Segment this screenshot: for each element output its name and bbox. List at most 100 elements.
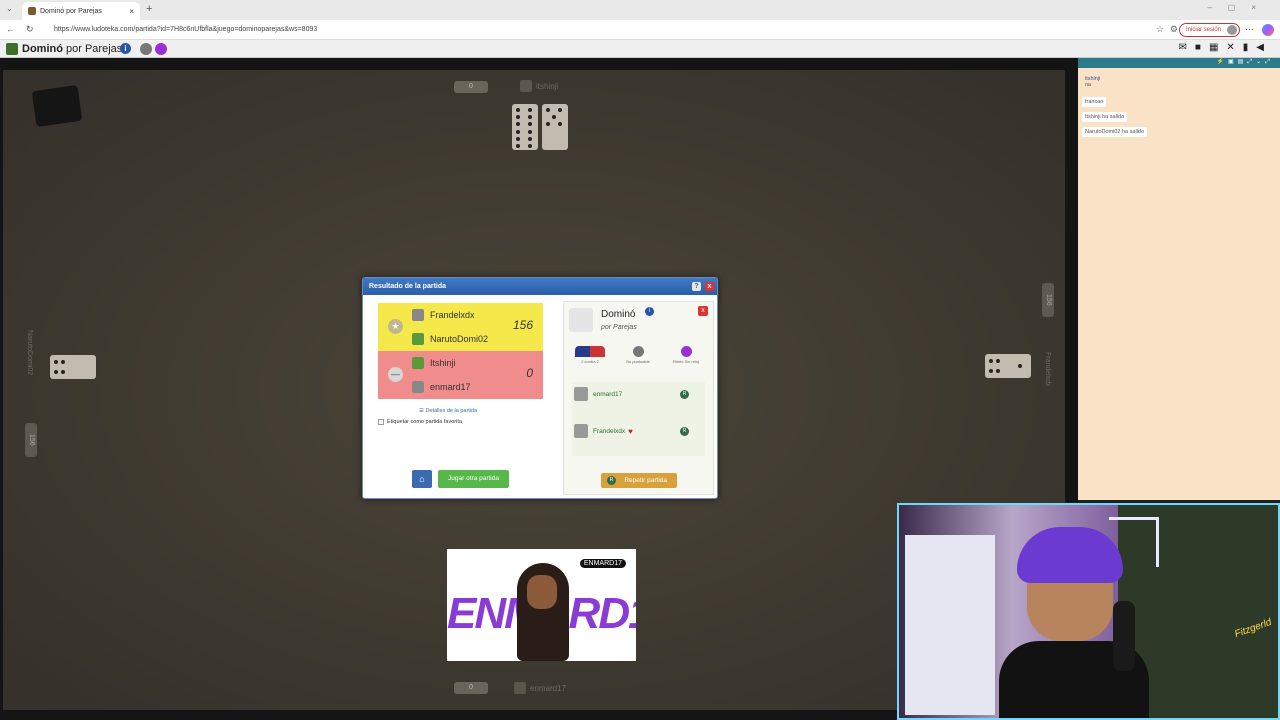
chat-message: itshinji na (1082, 74, 1103, 90)
top-player-avatar (520, 80, 532, 92)
option-mode: 2 contra 2 (570, 346, 610, 364)
new-tab-icon[interactable]: + (146, 3, 152, 15)
back-icon[interactable]: ← (6, 24, 15, 34)
player-avatar-icon (412, 309, 424, 321)
title-game: Dominó (22, 43, 63, 55)
signin-label: Iniciar sesión (1185, 27, 1221, 33)
team-player: Frandelxdx (412, 308, 475, 322)
tab-list-icon[interactable]: ⌄ (6, 4, 13, 13)
tab-title: Dominó por Parejas (40, 7, 102, 15)
bottom-player-avatar (514, 682, 526, 694)
player-avatar-icon (412, 357, 424, 369)
help-icon[interactable]: ? (692, 282, 701, 291)
url-field[interactable]: https://www.ludoteka.com/partida?id=7H8c… (46, 23, 1146, 37)
app-header: Dominó por Parejas i ✉■▦✕▮◀ (0, 40, 1280, 58)
team-score: 0 (526, 366, 533, 380)
details-link-label: Detalles de la partida (425, 408, 478, 414)
top-player-name: itshinji (536, 82, 559, 91)
player-name: NarutoDomi02 (430, 334, 489, 344)
player-avatar-icon (574, 424, 588, 438)
right-player-score: 156 (1042, 283, 1054, 317)
players-icon (575, 346, 605, 357)
tab-close-icon[interactable]: × (129, 7, 134, 16)
dialog-title: Resultado de la partida (369, 283, 447, 290)
home-button[interactable]: ⌂ (412, 470, 432, 488)
checkbox-icon[interactable] (378, 419, 384, 425)
chat-message: francao (1082, 97, 1107, 107)
chat-panel: ⚡▣▤⤢⌄⤢ itshinji na francao Itshinji ha s… (1078, 58, 1280, 500)
repeat-badge: R (607, 476, 616, 485)
game-card: x Dominó i por Parejas 2 contra 2 No pun… (563, 301, 714, 495)
chat-tools[interactable]: ⚡▣▤⤢⌄⤢ (1217, 58, 1274, 66)
header-tools[interactable]: ✉■▦✕▮◀ (1179, 42, 1272, 53)
details-link[interactable]: ☰ Detalles de la partida (419, 408, 477, 414)
option-clock: Ritmo Sin reloj (666, 346, 706, 364)
domino-logo-icon (569, 308, 593, 332)
player-name: enmard17 (430, 382, 471, 392)
no-rated-icon (140, 43, 152, 55)
team-player: NarutoDomi02 (412, 332, 488, 346)
star-icon: ★ (388, 319, 403, 334)
result-pane: ★ Frandelxdx NarutoDomi02 156 — Itshinji… (363, 295, 558, 499)
cam-person-cap (1017, 527, 1123, 583)
reload-icon[interactable]: ↻ (26, 24, 34, 35)
cam-microphone (1113, 601, 1135, 671)
top-player-score: 0 (454, 81, 488, 93)
right-player-name: Frandelxdx (1044, 352, 1051, 387)
copilot-icon[interactable] (1262, 24, 1274, 36)
banner-tag: ENMARD17 (579, 559, 626, 568)
player-name: Frandelxdx (593, 427, 626, 435)
profile-avatar-icon (1227, 25, 1237, 35)
play-again-button[interactable]: Jugar otra partida (438, 470, 509, 488)
option-label: 2 contra 2 (581, 359, 599, 364)
signin-button[interactable]: Iniciar sesión (1178, 23, 1240, 37)
card-players: enmard17 R Frandelxdx ♥ R (572, 382, 705, 456)
no-rated-icon (632, 346, 644, 357)
option-label: No puntuable (626, 359, 650, 364)
ludoteka-logo-icon (6, 43, 18, 55)
bottom-player-name: enmard17 (530, 684, 567, 693)
chat-message: Itshinji ha salido (1082, 112, 1128, 122)
streamer-banner: ENMARD17 ENMARD17 (447, 549, 636, 661)
player-avatar-icon (412, 381, 424, 393)
no-clock-icon (680, 346, 692, 357)
chat-message: NarutoDomi02 ha salido (1082, 127, 1148, 137)
info-icon[interactable]: i (120, 43, 131, 54)
domino-tile (542, 104, 568, 150)
domino-tile (50, 355, 96, 379)
browser-tab[interactable]: Dominó por Parejas × (22, 2, 140, 20)
address-bar: ← ↻ https://www.ludoteka.com/partida?id=… (0, 20, 1280, 40)
option-label: Ritmo Sin reloj (672, 359, 699, 364)
card-info-icon[interactable]: i (645, 307, 654, 316)
favorite-label: Etiquetar como partida favorita (387, 419, 462, 425)
player-avatar-icon (412, 333, 424, 345)
window-controls[interactable]: –▢× (1207, 3, 1272, 12)
card-close-icon[interactable]: x (698, 306, 708, 316)
chat-text: NarutoDomi02 ha salido (1085, 129, 1145, 135)
option-rated: No puntuable (618, 346, 658, 364)
home-icon: ⌂ (419, 474, 425, 484)
close-icon[interactable]: x (705, 282, 714, 291)
webcam-overlay: Fitzgerld (897, 503, 1280, 720)
team-player: enmard17 (412, 380, 471, 394)
chat-text: francao (1085, 99, 1104, 105)
minus-icon: — (388, 367, 403, 382)
table-logo (31, 84, 83, 128)
favorite-checkbox[interactable]: Etiquetar como partida favorita (378, 419, 462, 425)
tab-favicon-icon (28, 7, 36, 15)
domino-tile (512, 104, 538, 150)
dialog-header: Resultado de la partida ? x (363, 278, 717, 295)
heart-icon: ♥ (628, 426, 633, 436)
page-title: Dominó por Parejas (22, 43, 122, 55)
losing-team-row: — Itshinji enmard17 0 (378, 351, 543, 399)
player-name: Itshinji (430, 358, 456, 368)
winning-team-row: ★ Frandelxdx NarutoDomi02 156 (378, 303, 543, 351)
browser-tab-bar: ⌄ Dominó por Parejas × + –▢× (0, 0, 1280, 20)
chat-toolbar: ⚡▣▤⤢⌄⤢ (1078, 58, 1280, 68)
repeat-game-button[interactable]: R Repetir partida (601, 473, 677, 488)
chat-text: na (1085, 82, 1092, 88)
cam-pc-case (905, 535, 995, 715)
card-title: Dominó (601, 309, 636, 320)
browser-menu-icon[interactable]: ⋯ (1245, 24, 1254, 35)
domino-tile (985, 354, 1031, 378)
